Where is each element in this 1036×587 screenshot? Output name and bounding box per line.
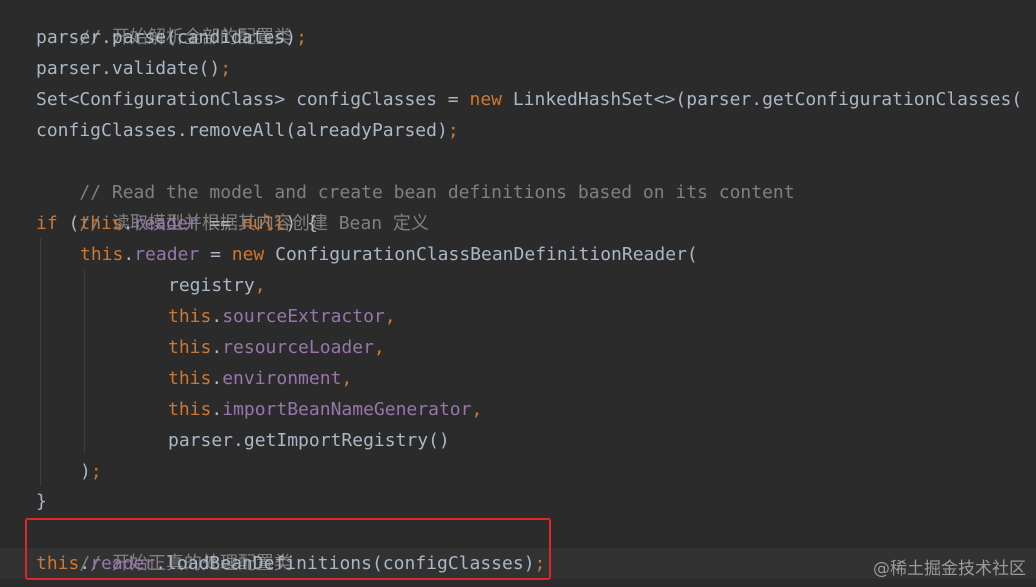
keyword-new: new	[231, 244, 265, 265]
comma: ,	[384, 306, 396, 327]
keyword-if: if	[36, 213, 58, 234]
code-text: parser.validate()	[36, 58, 221, 79]
field-reader: reader	[134, 244, 200, 265]
code-line: Set<ConfigurationClass> configClasses = …	[36, 84, 1022, 115]
code-line: configClasses.removeAll(alreadyParsed);	[36, 115, 459, 146]
code-line-arg: this.sourceExtractor,	[168, 301, 396, 332]
keyword-null: null	[241, 213, 286, 234]
field-import-bean-name-generator: importBeanNameGenerator	[222, 399, 472, 420]
field-environment: environment	[222, 368, 342, 389]
code-text: =	[199, 244, 232, 265]
code-line-if: if (this.reader == null) {	[36, 208, 318, 239]
dot: .	[123, 244, 135, 265]
dot: .	[122, 213, 134, 234]
code-line: this.reader = new ConfigurationClassBean…	[80, 239, 698, 270]
semicolon: ;	[296, 27, 307, 48]
comma: ,	[373, 337, 385, 358]
keyword-this: this	[168, 368, 212, 389]
dot: .	[211, 368, 223, 389]
semicolon: ;	[90, 461, 102, 482]
indent-guide	[84, 268, 85, 454]
dot: .	[211, 337, 223, 358]
semicolon: ;	[220, 58, 232, 79]
keyword-this: this	[168, 306, 212, 327]
dot: .	[211, 306, 223, 327]
code-line: }	[36, 486, 47, 517]
comma: ,	[341, 368, 353, 389]
code-text: Set<ConfigurationClass> configClasses =	[36, 89, 470, 110]
code-text: ConfigurationClassBeanDefinitionReader(	[264, 244, 698, 265]
close-brace: }	[36, 491, 47, 512]
code-line-arg: this.importBeanNameGenerator,	[168, 394, 482, 425]
code-line: parser.parse(candidates);	[36, 22, 307, 53]
highlight-box	[25, 518, 551, 580]
keyword-new: new	[469, 89, 502, 110]
code-line: );	[80, 456, 102, 487]
code-text: configClasses.removeAll(alreadyParsed)	[36, 120, 448, 141]
field-reader: reader	[133, 213, 199, 234]
code-editor[interactable]: // 开始解析全部的配置类 parser.parse(candidates); …	[0, 0, 1036, 587]
watermark: @稀土掘金技术社区	[873, 559, 1026, 579]
keyword-this: this	[168, 399, 212, 420]
field-resource-loader: resourceLoader	[222, 337, 374, 358]
code-line-arg: parser.getImportRegistry()	[168, 425, 450, 456]
dot: .	[211, 399, 223, 420]
field-source-extractor: sourceExtractor	[222, 306, 385, 327]
code-text: ) {	[285, 213, 318, 234]
code-text: LinkedHashSet<>(parser.getConfigurationC…	[502, 89, 1023, 110]
code-line-arg: this.resourceLoader,	[168, 332, 385, 363]
code-line-arg: this.environment,	[168, 363, 352, 394]
keyword-this: this	[80, 244, 124, 265]
comma: ,	[254, 275, 266, 296]
comma: ,	[471, 399, 483, 420]
close-paren: )	[80, 461, 91, 482]
semicolon: ;	[447, 120, 459, 141]
code-text: (	[57, 213, 80, 234]
code-line-arg: registry,	[168, 270, 266, 301]
code-line-comment: // Read the model and create bean defini…	[36, 146, 794, 203]
code-text: ==	[198, 213, 242, 234]
code-text: registry	[168, 275, 255, 296]
code-text: parser.getImportRegistry()	[168, 430, 450, 451]
keyword-this: this	[168, 337, 212, 358]
code-line: parser.validate();	[36, 53, 231, 84]
indent-guide	[40, 238, 41, 486]
keyword-this: this	[79, 213, 123, 234]
code-line-comment: // 开始解析全部的配置类	[36, 0, 292, 48]
code-line-comment: // 读取模型并根据其内容创建 Bean 定义	[36, 177, 429, 234]
code-text: parser.parse(candidates)	[36, 27, 297, 48]
